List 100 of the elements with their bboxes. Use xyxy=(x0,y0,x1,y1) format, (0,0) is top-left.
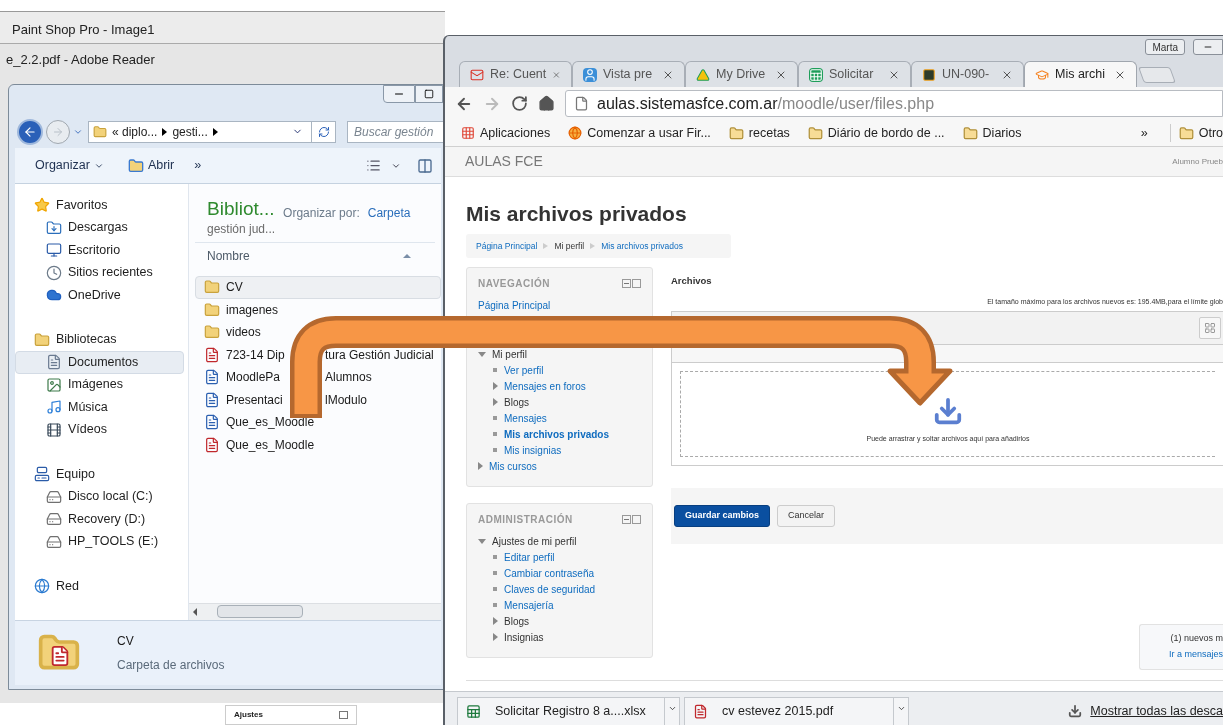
nav-item[interactable]: Blogs xyxy=(478,394,641,410)
maximize-button[interactable] xyxy=(415,85,443,103)
nav-item[interactable]: Mensajes xyxy=(478,410,641,426)
tree-item[interactable]: HP_TOOLS (E:) xyxy=(15,530,184,554)
block-controls-icon[interactable] xyxy=(622,515,641,524)
bookmark-item[interactable]: Comenzar a usar Fir... xyxy=(568,123,711,143)
browser-tab[interactable]: UN-090- xyxy=(911,61,1024,87)
cancel-button[interactable]: Cancelar xyxy=(777,504,836,527)
browser-tab[interactable]: My Drive xyxy=(685,61,798,87)
block-title: ADMINISTRACIÓN xyxy=(478,512,573,527)
download-item[interactable]: Solicitar Registro 8 a....xlsx xyxy=(457,697,665,725)
tree-item[interactable]: Bibliotecas xyxy=(15,328,184,352)
breadcrumb-link[interactable]: Mi perfil xyxy=(554,239,585,253)
nav-item[interactable]: Mis cursos xyxy=(478,458,641,474)
browser-tab[interactable]: Re: Cuent xyxy=(459,61,572,87)
organize-button[interactable]: Organizar xyxy=(35,156,104,176)
nav-item[interactable]: Claves de seguridad xyxy=(478,581,641,597)
tree-item[interactable]: Sitios recientes xyxy=(15,261,184,285)
tree-item[interactable]: Red xyxy=(15,575,184,598)
tree-item[interactable]: Documentos xyxy=(15,351,184,374)
bookmark-item[interactable]: recetas xyxy=(728,123,790,143)
browser-tab[interactable]: Vista pre xyxy=(572,61,685,87)
nav-item[interactable]: Cambiar contraseña xyxy=(478,565,641,581)
user-name[interactable]: Alumno Prueb xyxy=(1172,155,1223,168)
url-field[interactable]: aulas.sistemasfce.com.ar/moodle/user/files.php xyxy=(565,90,1223,117)
nav-item[interactable]: Página Principal xyxy=(478,297,641,313)
file-row[interactable]: Que_es_Moodle xyxy=(195,433,320,457)
site-name[interactable]: AULAS FCE xyxy=(465,151,543,172)
tree-item[interactable]: Música xyxy=(15,396,184,419)
file-row[interactable]: CV xyxy=(195,276,441,299)
word-document-icon xyxy=(204,369,220,386)
apps-grid-icon xyxy=(461,126,475,140)
file-row[interactable]: Presentaci lModulo xyxy=(195,388,373,412)
minimize-button[interactable] xyxy=(383,85,415,103)
address-segment[interactable]: « diplo... xyxy=(112,122,158,141)
messages-link[interactable]: Ir a mensajes xyxy=(1168,648,1223,662)
hard-drive-icon xyxy=(46,511,62,528)
bookmark-item[interactable]: Otro xyxy=(1169,123,1223,143)
nav-item[interactable]: Insignias xyxy=(478,629,641,645)
folder-download-icon xyxy=(46,219,62,236)
tree-item[interactable]: Imágenes xyxy=(15,373,184,397)
file-row[interactable]: MoodlePa Alumnos xyxy=(195,366,377,389)
user-profile-button[interactable]: Marta xyxy=(1145,39,1185,55)
show-all-downloads-link[interactable]: Mostrar todas las desca xyxy=(1090,701,1223,721)
reload-icon[interactable] xyxy=(511,95,528,112)
hard-drive-icon xyxy=(46,533,62,550)
tree-item[interactable]: Descargas xyxy=(15,216,184,240)
browser-tab[interactable]: Solicitar xyxy=(798,61,911,87)
nav-item[interactable]: Ver perfil xyxy=(478,362,641,378)
open-button[interactable]: Abrir xyxy=(127,156,175,176)
block-controls-icon[interactable] xyxy=(622,279,641,288)
tree-item[interactable]: Equipo xyxy=(15,463,184,486)
tree-item[interactable]: Favoritos xyxy=(15,194,184,217)
minimize-button[interactable] xyxy=(1193,39,1223,55)
image-icon xyxy=(46,376,62,393)
nav-item[interactable]: Editar perfil xyxy=(478,549,641,565)
breadcrumb-link[interactable]: Mis archivos privados xyxy=(601,239,683,253)
tree-item[interactable]: Vídeos xyxy=(15,418,184,442)
file-row[interactable]: 723-14 Dip tura Gestión Judicial xyxy=(195,343,439,367)
refresh-icon xyxy=(317,125,330,138)
breadcrumb-link[interactable]: Página Principal xyxy=(476,239,538,253)
separator-arrow-icon xyxy=(212,127,218,136)
nav-item[interactable]: Mensajes en foros xyxy=(478,378,641,394)
person-icon xyxy=(583,67,597,82)
nav-item[interactable]: Blogs xyxy=(478,613,641,629)
column-header[interactable]: Nombre xyxy=(195,242,435,269)
address-segment[interactable]: gesti... xyxy=(172,122,208,141)
tree-item[interactable]: Recovery (D:) xyxy=(15,508,184,531)
horizontal-scrollbar[interactable] xyxy=(189,602,441,620)
nav-item[interactable]: Mis insignias xyxy=(478,442,641,458)
file-row[interactable]: imagenes xyxy=(195,298,284,322)
bookmark-item[interactable]: Diarios xyxy=(962,123,1022,143)
bookmark-item[interactable]: Aplicaciones xyxy=(461,123,551,143)
tree-item[interactable]: Escritorio xyxy=(15,239,184,262)
breadcrumb-separator-icon xyxy=(543,243,549,249)
file-row[interactable]: Que_es_Moodle xyxy=(195,411,320,434)
home-icon[interactable] xyxy=(538,95,555,112)
tree-item[interactable]: OneDrive xyxy=(15,284,184,307)
download-item[interactable]: cv estevez 2015.pdf xyxy=(684,697,894,725)
file-row[interactable]: videos xyxy=(195,321,266,344)
nav-item[interactable]: Ajustes de mi perfil xyxy=(478,533,641,549)
nav-item[interactable]: Mi perfil xyxy=(478,346,641,362)
preview-pane-icon[interactable] xyxy=(417,157,433,174)
nav-item[interactable]: Mis archivos privados xyxy=(478,426,641,442)
save-button[interactable]: Guardar cambios xyxy=(674,504,771,527)
more-bookmarks-button[interactable]: » xyxy=(1140,123,1148,143)
grid-view-icon[interactable] xyxy=(1199,316,1221,339)
browser-tab[interactable]: Mis archi xyxy=(1024,61,1137,87)
arrange-label: Organizar por: xyxy=(283,205,360,223)
monitor-icon xyxy=(46,242,62,259)
address-bar[interactable]: « diplo... gesti... xyxy=(88,120,336,143)
tree-item[interactable]: Disco local (C:) xyxy=(15,485,184,509)
arrange-dropdown[interactable]: Carpeta xyxy=(367,204,411,223)
more-button[interactable]: » xyxy=(194,156,202,176)
back-button[interactable] xyxy=(17,118,43,145)
view-options-icon[interactable] xyxy=(366,158,381,174)
spreadsheet-icon xyxy=(809,67,823,82)
separator-arrow-icon xyxy=(162,127,168,136)
bookmark-item[interactable]: Diário de bordo de ... xyxy=(807,123,945,143)
nav-item[interactable]: Mensajería xyxy=(478,597,641,613)
